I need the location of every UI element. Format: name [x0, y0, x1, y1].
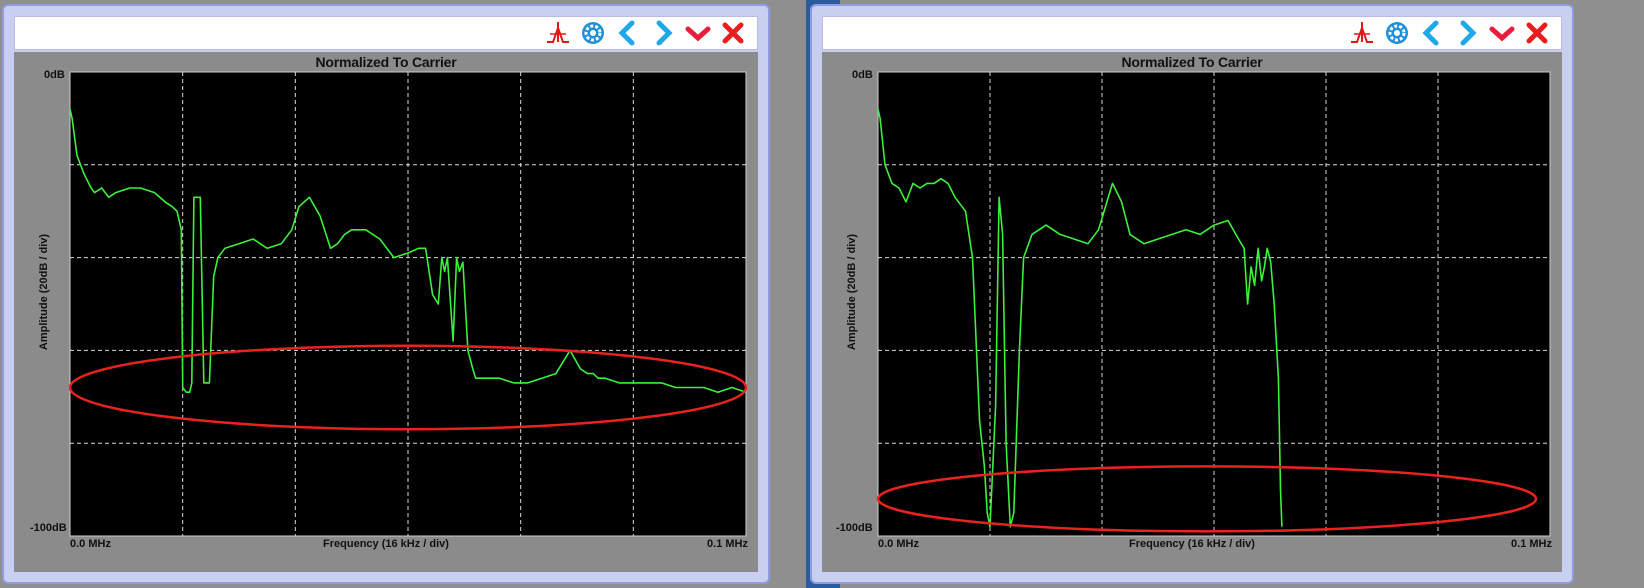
- x-axis-label: Frequency (16 kHz / div): [323, 538, 449, 550]
- chevron-right-icon: [656, 20, 673, 46]
- spectrum-window-left: Normalized To Carrier 0dB -100dB Amplitu…: [2, 4, 770, 584]
- chevron-left-icon: [618, 20, 635, 46]
- spectrum-window-right: Normalized To Carrier 0dB -100dB Amplitu…: [810, 4, 1574, 584]
- spectrum-chart: [68, 71, 748, 537]
- close-icon: [1526, 22, 1548, 44]
- peak-search-button[interactable]: [544, 19, 572, 47]
- window-toolbar: [14, 16, 758, 50]
- y-bottom-label: -100dB: [836, 522, 873, 534]
- close-button[interactable]: [1523, 19, 1551, 47]
- y-top-label: 0dB: [852, 69, 873, 81]
- collapse-button[interactable]: [684, 19, 712, 47]
- spectrum-chart: [876, 71, 1551, 537]
- next-button[interactable]: [1453, 19, 1481, 47]
- y-axis-label: Amplitude (20dB / div): [846, 233, 858, 351]
- next-button[interactable]: [649, 19, 677, 47]
- y-axis-label: Amplitude (20dB / div): [38, 233, 50, 351]
- gear-icon: [1386, 22, 1408, 44]
- chart-panel: Normalized To Carrier 0dB -100dB Amplitu…: [822, 52, 1562, 572]
- peak-icon: [1351, 22, 1373, 43]
- previous-button[interactable]: [1418, 19, 1446, 47]
- peak-icon: [547, 22, 569, 43]
- x-end-label: 0.1 MHz: [1511, 538, 1552, 550]
- close-button[interactable]: [719, 19, 747, 47]
- previous-button[interactable]: [614, 19, 642, 47]
- chevron-left-icon: [1422, 20, 1439, 46]
- peak-search-button[interactable]: [1348, 19, 1376, 47]
- window-toolbar: [822, 16, 1562, 50]
- gear-icon: [582, 22, 604, 44]
- close-icon: [722, 22, 744, 44]
- y-top-label: 0dB: [44, 69, 65, 81]
- chevron-right-icon: [1460, 20, 1477, 46]
- chart-panel: Normalized To Carrier 0dB -100dB Amplitu…: [14, 52, 758, 572]
- x-axis-label: Frequency (16 kHz / div): [1129, 538, 1255, 550]
- x-end-label: 0.1 MHz: [707, 538, 748, 550]
- chevron-down-icon: [685, 26, 711, 42]
- chevron-down-icon: [1489, 26, 1515, 42]
- y-bottom-label: -100dB: [30, 522, 67, 534]
- settings-button[interactable]: [1383, 19, 1411, 47]
- settings-button[interactable]: [579, 19, 607, 47]
- collapse-button[interactable]: [1488, 19, 1516, 47]
